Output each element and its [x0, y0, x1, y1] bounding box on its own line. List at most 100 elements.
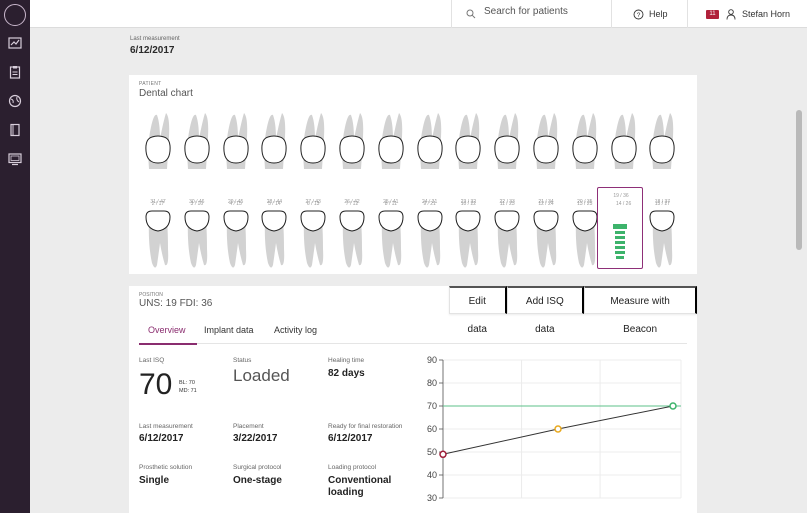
prosthetic-solution-value: Single	[139, 475, 170, 486]
tooth-lower[interactable]: 30 / 46	[177, 199, 217, 279]
tooth-icon	[417, 210, 443, 268]
data-point	[554, 425, 562, 433]
tooth-upper[interactable]: 9 / 21	[410, 109, 450, 207]
surgical-protocol-label: Surgical protocol	[233, 464, 282, 471]
tooth-icon	[572, 113, 598, 169]
user-name: Stefan Horn	[742, 9, 791, 19]
help-button[interactable]: ? Help	[611, 0, 687, 28]
tooth-lower[interactable]: 25 / 41	[371, 199, 411, 279]
top-bar: ? Help 11 Stefan Horn	[30, 0, 807, 28]
help-label: Help	[649, 9, 668, 19]
document-icon[interactable]	[8, 123, 22, 137]
tooth-upper[interactable]: 6 / 13	[293, 109, 333, 207]
search-input[interactable]	[484, 6, 604, 17]
last-isq-label: Last ISQ	[139, 357, 165, 364]
healing-time-value: 82 days	[328, 368, 365, 379]
tooth-upper[interactable]: 13 / 25	[565, 109, 605, 207]
tooth-icon	[416, 113, 443, 169]
tooth-icon	[455, 210, 481, 268]
selected-tooth[interactable]: 19 / 36	[597, 187, 643, 269]
tooth-icon	[222, 113, 249, 169]
tooth-upper[interactable]: 15 / 27	[642, 109, 682, 207]
y-tick-label: 70	[427, 401, 437, 411]
prosthetic-solution-label: Prosthetic solution	[139, 464, 193, 471]
sidebar	[0, 0, 30, 513]
ready-restoration-label: Ready for final restoration	[328, 423, 403, 430]
globe-icon[interactable]	[8, 94, 22, 108]
monitor-icon[interactable]	[8, 152, 22, 166]
tooth-lower[interactable]: 27 / 43	[293, 199, 333, 279]
tooth-upper[interactable]: 14 / 26	[604, 109, 644, 207]
tooth-lower[interactable]: 31 / 47	[138, 199, 178, 279]
tooth-icon	[300, 210, 326, 268]
last-measurement-field-value: 6/12/2017	[139, 433, 184, 444]
tooth-upper[interactable]: 12 / 24	[526, 109, 566, 207]
y-tick-label: 60	[427, 424, 437, 434]
logo-icon[interactable]	[4, 4, 26, 26]
tooth-icon	[455, 113, 482, 169]
bl-value: BL: 70	[179, 380, 195, 386]
tooth-lower[interactable]: 18 / 37	[642, 199, 682, 279]
patient-search	[451, 0, 611, 28]
dental-chart-eyebrow: PATIENT	[139, 81, 162, 87]
tooth-upper[interactable]: 4 / 15	[216, 109, 256, 207]
user-icon	[726, 9, 736, 20]
tooth-upper[interactable]: 10 / 22	[448, 109, 488, 207]
tooth-upper[interactable]: 7 / 12	[332, 109, 372, 207]
implant-icon	[613, 224, 627, 259]
tooth-upper[interactable]: 11 / 23	[487, 109, 527, 207]
data-point	[439, 450, 447, 459]
y-tick-label: 50	[427, 447, 437, 457]
tooth-icon	[378, 210, 404, 268]
tooth-icon	[649, 113, 676, 169]
y-tick-label: 30	[427, 493, 437, 503]
tab-activity-log[interactable]: Activity log	[274, 325, 317, 335]
tooth-icon	[339, 210, 365, 268]
measure-with-beacon-button[interactable]: Measure with Beacon	[584, 286, 697, 335]
tooth-upper[interactable]: 5 / 14	[254, 109, 294, 207]
tooth-upper[interactable]: 8 / 11	[371, 109, 411, 207]
scrollbar[interactable]	[796, 110, 802, 250]
last-isq-value: 70	[139, 368, 173, 401]
tooth-upper[interactable]: 2 / 17	[138, 109, 178, 207]
chart-icon[interactable]	[8, 36, 22, 50]
svg-text:?: ?	[637, 12, 641, 19]
user-menu[interactable]: 11 Stefan Horn	[687, 0, 807, 28]
clipboard-icon[interactable]	[8, 65, 22, 79]
md-value: MD: 71	[179, 388, 197, 394]
ready-restoration-value: 6/12/2017	[328, 433, 373, 444]
action-bar: Edit data Add ISQ data Measure with Beac…	[449, 286, 697, 335]
isq-history-chart: 90 80 70 60 50 40 30	[427, 355, 682, 503]
tab-overview[interactable]: Overview	[148, 325, 186, 335]
loading-protocol-value-1: Conventional	[328, 475, 392, 486]
tooth-upper[interactable]: 3 / 16	[177, 109, 217, 207]
last-measurement-label: Last measurement	[130, 36, 180, 42]
tooth-icon	[533, 113, 559, 169]
last-measurement-field-label: Last measurement	[139, 423, 193, 430]
healing-time-label: Healing time	[328, 357, 365, 364]
tooth-lower[interactable]: 22 / 33	[487, 199, 527, 279]
tooth-lower[interactable]: 26 / 42	[332, 199, 372, 279]
edit-data-button[interactable]: Edit data	[449, 286, 507, 335]
tooth-icon	[649, 210, 675, 268]
last-measurement-value: 6/12/2017	[130, 45, 175, 56]
position-tabs: Overview Implant data Activity log	[139, 318, 687, 345]
status-label: Status	[233, 357, 252, 364]
tooth-icon	[184, 210, 210, 268]
tooth-lower[interactable]: 28 / 44	[254, 199, 294, 279]
tooth-lower[interactable]: 21 / 34	[526, 199, 566, 279]
tooth-icon	[223, 210, 249, 268]
tooth-lower[interactable]: 23 / 32	[448, 199, 488, 279]
tooth-icon	[184, 113, 210, 169]
tab-implant-data[interactable]: Implant data	[204, 325, 254, 335]
add-isq-data-button[interactable]: Add ISQ data	[506, 286, 585, 335]
tooth-icon	[610, 113, 637, 169]
selected-tooth-number: 19 / 36	[613, 193, 629, 199]
tooth-lower[interactable]: 29 / 45	[216, 199, 256, 279]
notification-badge[interactable]: 11	[706, 10, 719, 19]
y-tick-label: 90	[427, 355, 437, 365]
y-tick-label: 80	[427, 378, 437, 388]
tooth-icon	[339, 113, 365, 169]
tooth-lower[interactable]: 24 / 31	[410, 199, 450, 279]
surgical-protocol-value: One-stage	[233, 475, 282, 486]
